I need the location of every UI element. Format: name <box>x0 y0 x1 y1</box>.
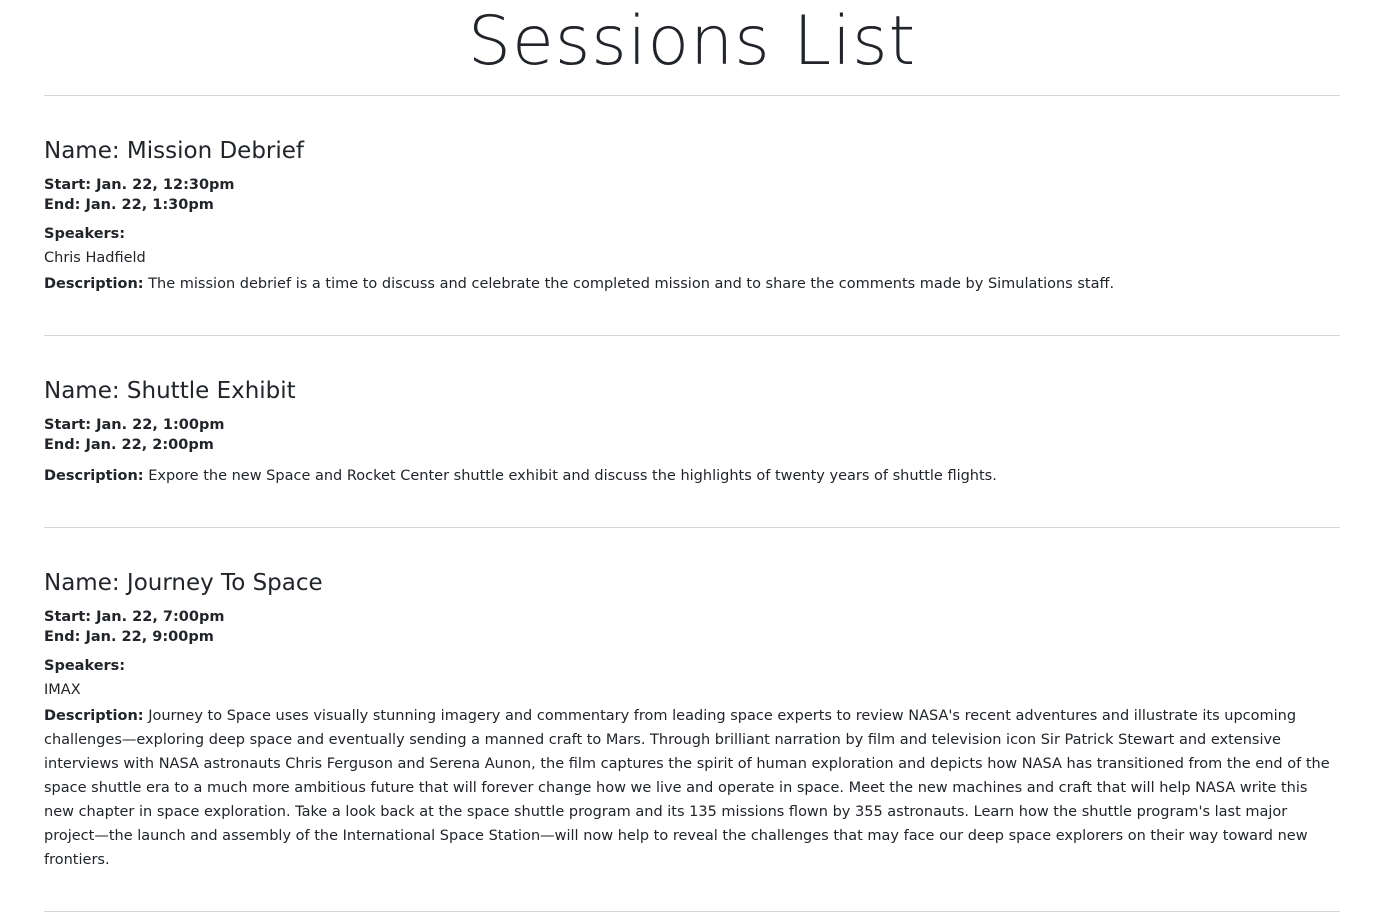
session-end: End: Jan. 22, 2:00pm <box>44 436 1340 456</box>
session-item: Name: Shuttle Exhibit Start: Jan. 22, 1:… <box>44 336 1340 488</box>
start-value: Jan. 22, 12:30pm <box>96 177 235 193</box>
session-name-value: Mission Debrief <box>126 138 305 164</box>
end-value: Jan. 22, 2:00pm <box>85 436 214 453</box>
end-label: End: <box>44 436 86 453</box>
end-value: Jan. 22, 1:30pm <box>85 196 214 213</box>
session-start: Start: Jan. 22, 1:00pm <box>44 416 1340 436</box>
start-label: Start: <box>44 417 97 433</box>
sessions-page: Sessions List Name: Mission Debrief Star… <box>44 0 1340 912</box>
start-label: Start: <box>44 177 97 193</box>
session-item: Name: Mission Debrief Start: Jan. 22, 12… <box>44 96 1340 296</box>
speaker-name: IMAX <box>44 682 81 698</box>
session-description: Description: Journey to Space uses visua… <box>44 704 1340 872</box>
session-name-value: Journey To Space <box>126 570 323 596</box>
session-name: Name: Mission Debrief <box>44 135 1340 167</box>
speakers-label: Speakers: <box>44 226 126 242</box>
page-title: Sessions List <box>467 2 917 81</box>
description-label: Description: <box>44 468 144 484</box>
session-name: Name: Shuttle Exhibit <box>44 375 1340 407</box>
start-label: Start: <box>44 609 97 625</box>
session-start: Start: Jan. 22, 7:00pm <box>44 608 1340 628</box>
session-times: Start: Jan. 22, 7:00pm End: Jan. 22, 9:0… <box>44 608 1340 647</box>
description-text: The mission debrief is a time to discuss… <box>148 276 1115 292</box>
session-times: Start: Jan. 22, 1:00pm End: Jan. 22, 2:0… <box>44 416 1340 455</box>
session-end: End: Jan. 22, 9:00pm <box>44 628 1340 648</box>
session-description: Description: The mission debrief is a ti… <box>44 272 1340 296</box>
end-label: End: <box>44 628 86 645</box>
session-end: End: Jan. 22, 1:30pm <box>44 196 1340 216</box>
session-start: Start: Jan. 22, 12:30pm <box>44 176 1340 196</box>
start-value: Jan. 22, 7:00pm <box>96 609 225 625</box>
description-text: Journey to Space uses visually stunning … <box>44 708 1330 868</box>
end-value: Jan. 22, 9:00pm <box>85 628 214 645</box>
start-value: Jan. 22, 1:00pm <box>96 417 225 433</box>
session-name: Name: Journey To Space <box>44 567 1340 599</box>
description-label: Description: <box>44 708 144 724</box>
session-name-value: Shuttle Exhibit <box>126 378 296 404</box>
description-label: Description: <box>44 276 144 292</box>
session-item: Name: Journey To Space Start: Jan. 22, 7… <box>44 528 1340 872</box>
name-label: Name: <box>44 138 127 164</box>
end-label: End: <box>44 196 86 213</box>
session-description: Description: Expore the new Space and Ro… <box>44 464 1340 488</box>
speakers-label: Speakers: <box>44 658 126 674</box>
name-label: Name: <box>44 570 127 596</box>
speaker-name: Chris Hadfield <box>44 250 146 266</box>
session-times: Start: Jan. 22, 12:30pm End: Jan. 22, 1:… <box>44 176 1340 215</box>
name-label: Name: <box>44 378 127 404</box>
description-text: Expore the new Space and Rocket Center s… <box>148 468 997 484</box>
